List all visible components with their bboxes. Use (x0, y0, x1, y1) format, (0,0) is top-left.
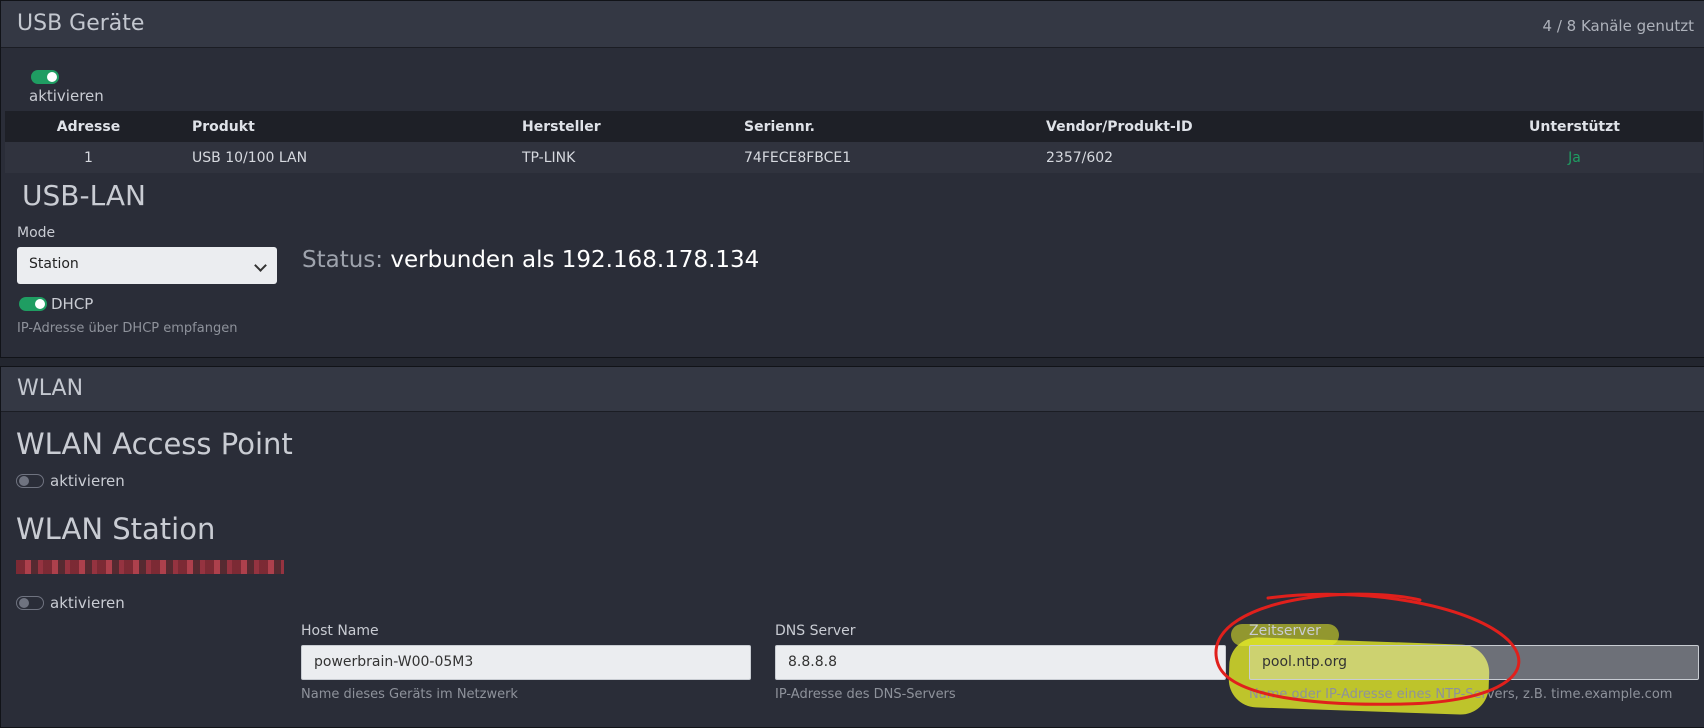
cell-hersteller: TP-LINK (522, 149, 576, 166)
wlan-station-toggle[interactable] (16, 596, 44, 610)
usb-devices-table: Adresse Produkt Hersteller Seriennr. Ven… (5, 111, 1703, 173)
dns-server-value: 8.8.8.8 (788, 654, 837, 670)
toggle-knob (19, 476, 29, 486)
usb-panel-title: USB Geräte (17, 11, 145, 36)
status-value: verbunden als 192.168.178.134 (390, 247, 760, 273)
wlan-station-heading: WLAN Station (16, 512, 216, 546)
toggle-knob (35, 299, 45, 309)
cell-produkt: USB 10/100 LAN (192, 149, 308, 166)
host-name-value: powerbrain-W00-05M3 (314, 654, 474, 670)
wlan-panel-title: WLAN (17, 376, 84, 401)
usb-devices-panel: USB Geräte 4 / 8 Kanäle genutzt aktivier… (0, 0, 1704, 358)
col-adresse: Adresse (56, 118, 121, 135)
usb-channel-count: 4 / 8 Kanäle genutzt (1542, 17, 1694, 35)
col-hersteller: Hersteller (522, 118, 601, 135)
host-name-input[interactable]: powerbrain-W00-05M3 (301, 645, 751, 680)
wlan-panel-header: WLAN (1, 367, 1704, 412)
host-name-help: Name dieses Geräts im Netzwerk (301, 687, 518, 702)
table-row: 1 USB 10/100 LAN TP-LINK 74FECE8FBCE1 23… (5, 142, 1703, 173)
col-seriennr: Seriennr. (744, 118, 815, 135)
ntp-server-label: Zeitserver (1249, 623, 1321, 639)
chevron-down-icon (254, 259, 267, 272)
usb-activate-toggle[interactable] (31, 70, 59, 84)
usb-lan-status: Status: verbunden als 192.168.178.134 (302, 247, 759, 273)
usb-activate-label: aktivieren (29, 87, 104, 105)
ntp-server-help: Name oder IP-Adresse eines NTP-Servers, … (1249, 687, 1673, 702)
mode-select-value: Station (29, 256, 79, 272)
dns-server-label: DNS Server (775, 623, 856, 639)
col-unterstuetzt: Unterstützt (1529, 118, 1620, 135)
status-label: Status: (302, 247, 384, 273)
dhcp-label: DHCP (51, 295, 94, 313)
wlan-station-toggle-label: aktivieren (50, 594, 125, 612)
mode-label: Mode (17, 225, 56, 241)
ntp-server-value: pool.ntp.org (1262, 654, 1348, 670)
redacted-status-text (16, 560, 284, 574)
wlan-ap-toggle-label: aktivieren (50, 472, 125, 490)
col-vendor-id: Vendor/Produkt-ID (1046, 118, 1193, 135)
col-produkt: Produkt (192, 118, 255, 135)
ntp-server-input[interactable]: pool.ntp.org (1249, 645, 1699, 680)
wlan-ap-heading: WLAN Access Point (16, 427, 293, 461)
dhcp-toggle[interactable] (19, 297, 47, 311)
dns-server-help: IP-Adresse des DNS-Servers (775, 687, 956, 702)
usb-panel-header: USB Geräte 4 / 8 Kanäle genutzt (1, 1, 1704, 48)
toggle-knob (47, 72, 57, 82)
cell-vendor-id: 2357/602 (1046, 149, 1114, 166)
usb-table-header-row: Adresse Produkt Hersteller Seriennr. Ven… (5, 111, 1703, 142)
host-name-label: Host Name (301, 623, 379, 639)
cell-adresse: 1 (84, 149, 93, 166)
dns-server-input[interactable]: 8.8.8.8 (775, 645, 1226, 680)
dhcp-help: IP-Adresse über DHCP empfangen (17, 321, 238, 336)
mode-select[interactable]: Station (17, 247, 277, 284)
wlan-ap-toggle[interactable] (16, 474, 44, 488)
cell-unterstuetzt: Ja (1568, 149, 1581, 166)
toggle-knob (19, 598, 29, 608)
cell-seriennr: 74FECE8FBCE1 (744, 149, 852, 166)
usb-lan-heading: USB-LAN (22, 179, 146, 212)
